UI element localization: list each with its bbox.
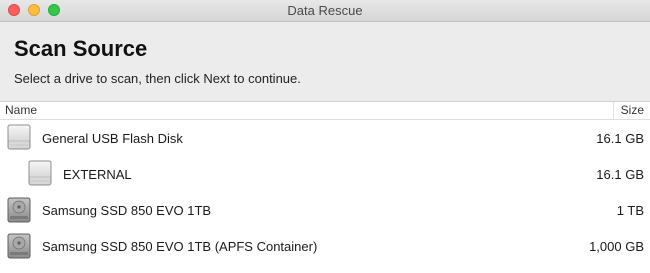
drive-table: Name Size General USB Flash Disk 16.1 GB…: [0, 101, 650, 273]
drive-size: 1 TB: [616, 202, 644, 218]
table-row[interactable]: Samsung SSD 850 EVO 1TB (APFS Container)…: [0, 228, 650, 264]
drive-name: General USB Flash Disk: [42, 130, 183, 146]
title-bar: Data Rescue: [0, 0, 650, 22]
drive-name: Samsung SSD 850 EVO 1TB (APFS Container): [42, 238, 318, 254]
drive-name: Samsung SSD 850 EVO 1TB: [42, 202, 212, 218]
drive-size: 16.1 GB: [596, 130, 644, 146]
table-header: Name Size: [0, 102, 650, 120]
column-header-name[interactable]: Name: [5, 102, 614, 119]
page-title: Scan Source: [14, 36, 148, 61]
drive-size: 1,000 GB: [589, 238, 644, 254]
internal-drive-icon: [7, 197, 31, 223]
volume-icon: [28, 160, 52, 186]
internal-drive-icon: [7, 233, 31, 259]
usb-drive-icon: [7, 124, 31, 150]
drive-name: EXTERNAL: [63, 166, 132, 182]
window-title: Data Rescue: [287, 3, 363, 18]
page-subtitle: Select a drive to scan, then click Next …: [14, 71, 301, 86]
table-row[interactable]: Samsung SSD 850 EVO 1TB 1 TB: [0, 192, 650, 228]
column-header-size[interactable]: Size: [614, 102, 644, 119]
table-row[interactable]: General USB Flash Disk 16.1 GB: [0, 120, 650, 156]
drive-size: 16.1 GB: [596, 166, 644, 182]
page-header: Scan Source Select a drive to scan, then…: [0, 22, 650, 101]
table-row[interactable]: EXTERNAL 16.1 GB: [0, 156, 650, 192]
